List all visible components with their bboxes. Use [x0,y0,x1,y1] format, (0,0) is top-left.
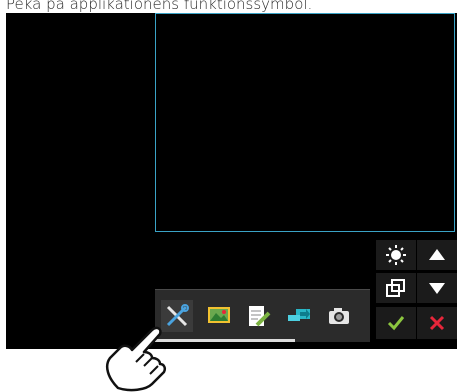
ok-button[interactable] [376,307,416,339]
ok-check-icon [387,316,405,331]
cancel-button[interactable] [417,307,457,339]
camera-icon [329,308,349,324]
transfer-button[interactable] [283,300,315,332]
note-edit-icon [249,306,271,327]
note-edit-button[interactable] [243,300,275,332]
brightness-icon [386,245,406,265]
camera-button[interactable] [323,300,355,332]
instruction-text: Peka på applikationens funktionssymbol. [6,0,313,13]
transfer-icon [288,309,310,321]
pointing-hand-icon [106,326,167,392]
cancel-x-icon [429,315,445,331]
arrow-down-icon [429,283,445,294]
window-switch-icon [386,279,405,297]
arrow-down-button[interactable] [417,273,457,303]
preview-frame [155,13,455,232]
brightness-button[interactable] [376,240,416,270]
window-switch-button[interactable] [376,273,416,303]
image-viewer-button[interactable] [203,300,235,332]
arrow-up-button[interactable] [417,240,457,270]
arrow-up-icon [429,249,445,260]
device-screen [6,13,457,349]
image-viewer-icon [208,307,230,323]
